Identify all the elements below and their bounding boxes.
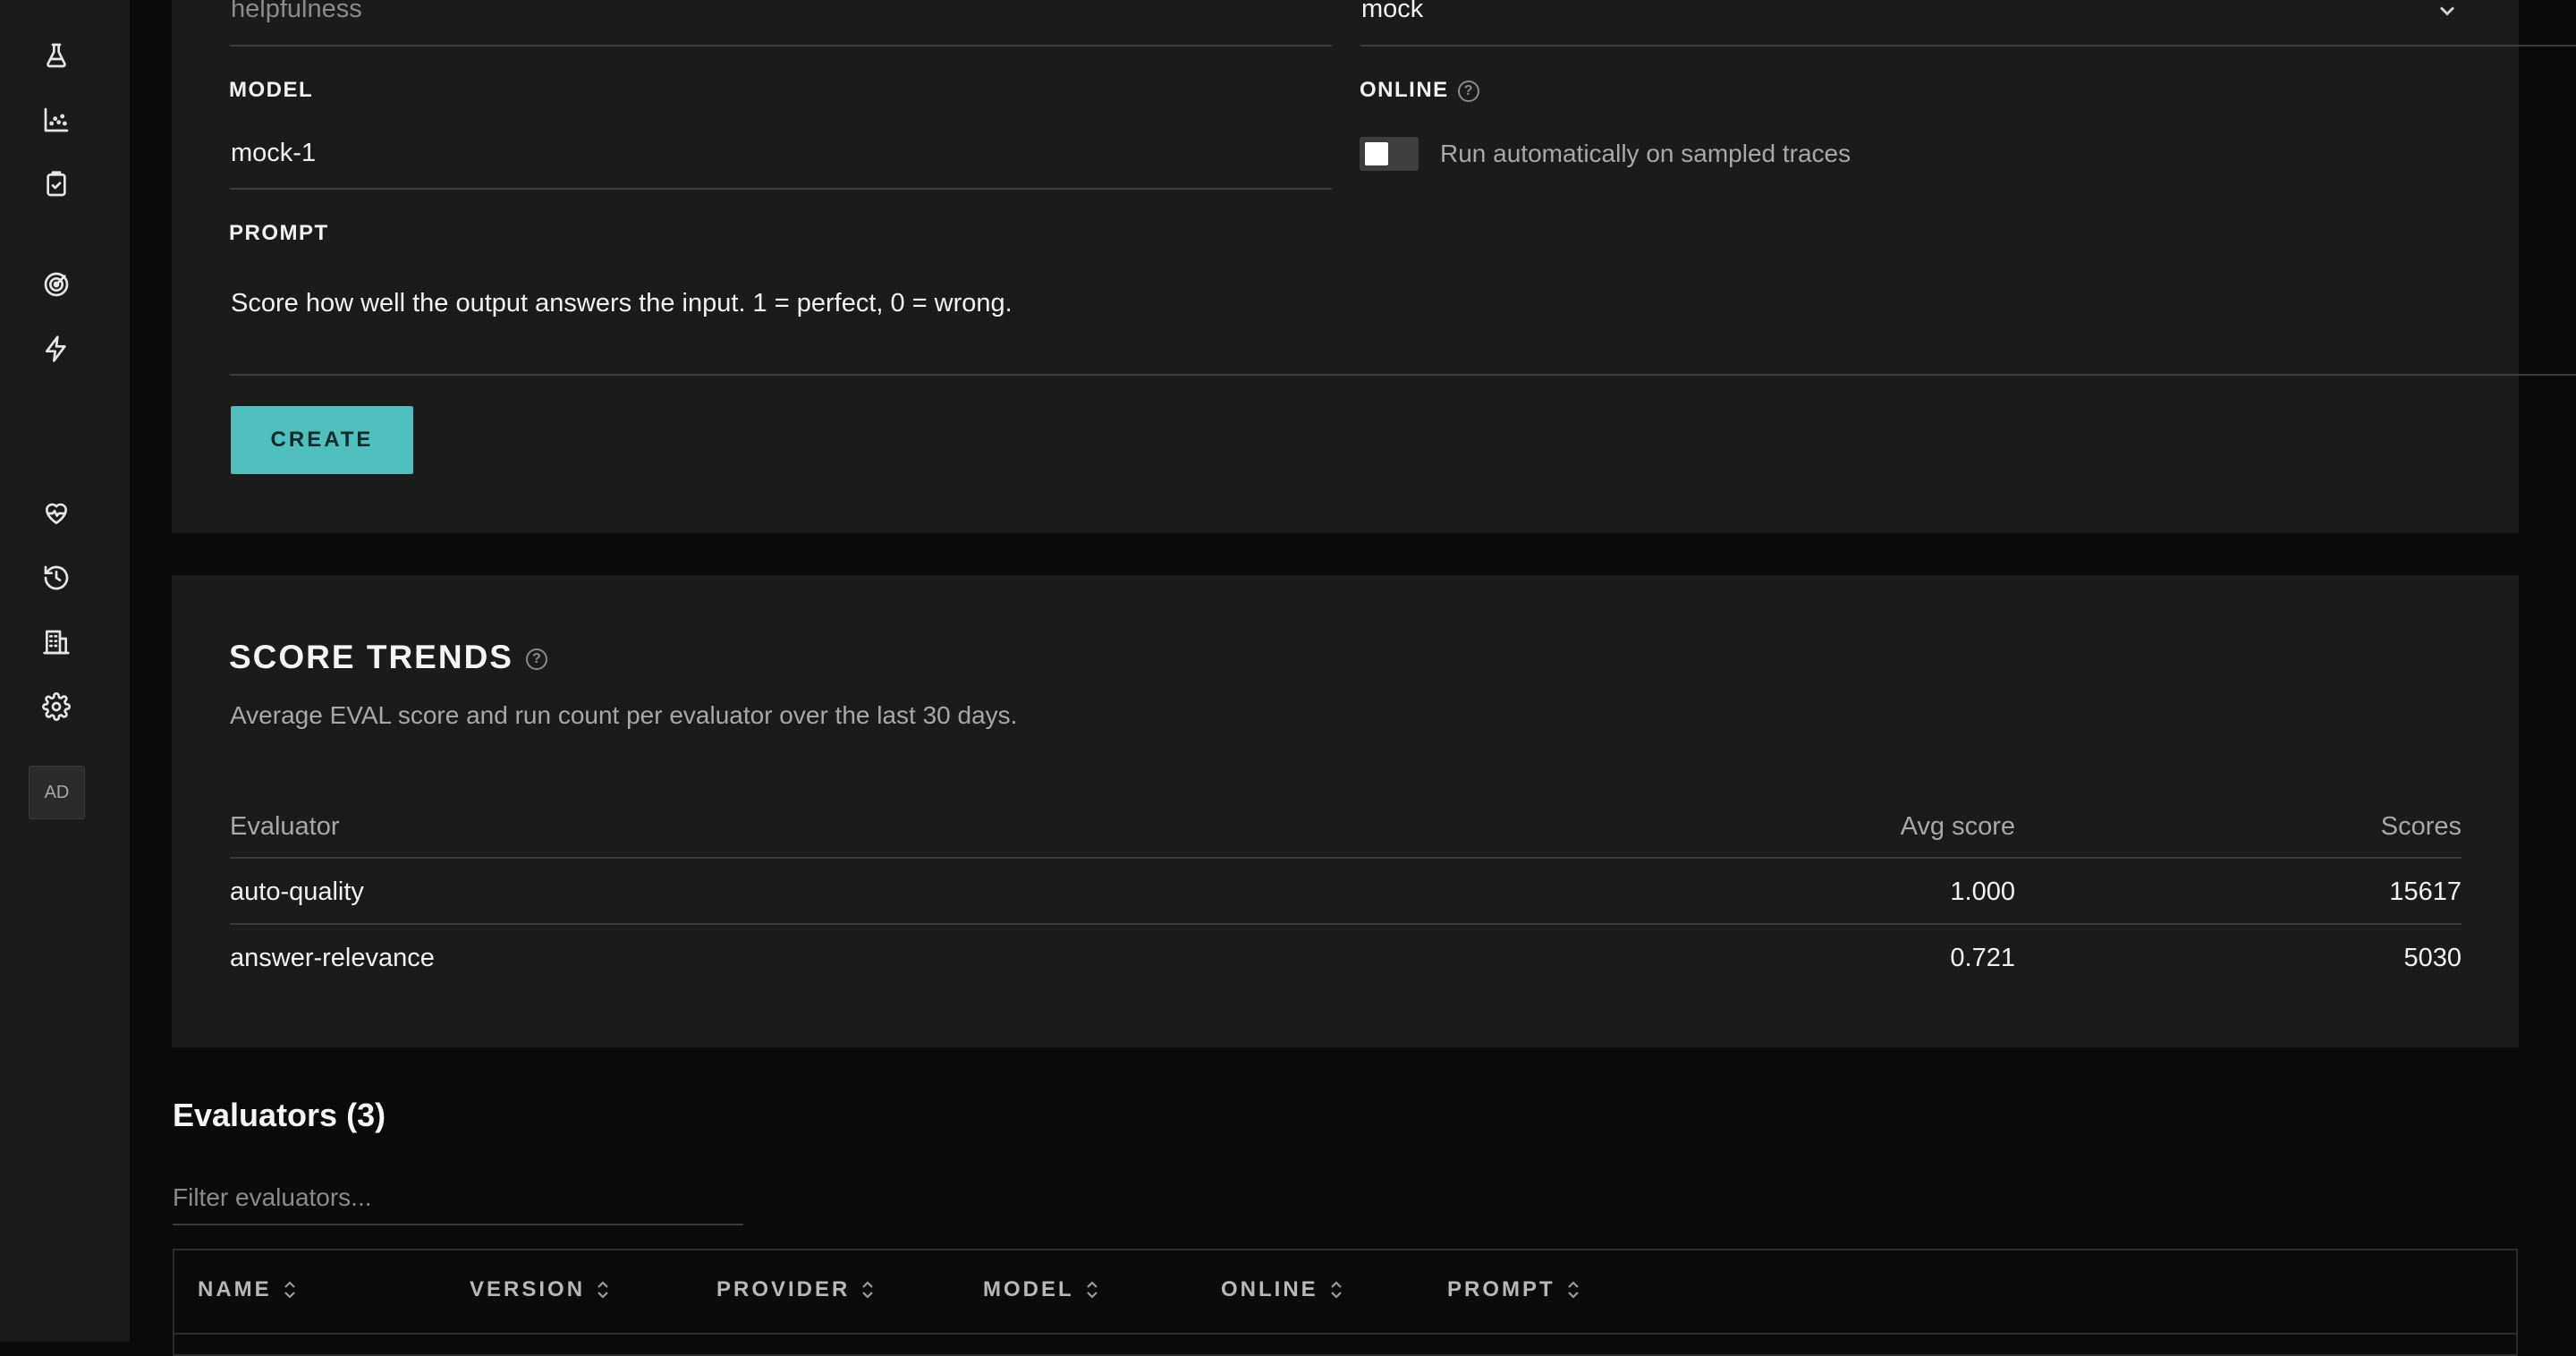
sidebar: AD — [0, 0, 130, 1342]
column-header-provider[interactable]: PROVIDER — [716, 1277, 875, 1302]
prompt-label: PROMPT — [229, 221, 329, 245]
name-field-underline — [230, 45, 1332, 47]
target-icon[interactable] — [40, 268, 72, 301]
column-header-name[interactable]: NAME — [198, 1277, 297, 1302]
online-toggle[interactable] — [1360, 137, 1419, 171]
table-row-scores: 15617 — [2389, 877, 2462, 906]
help-icon[interactable]: ? — [525, 648, 547, 671]
table-row-avg-score: 1.000 — [1950, 877, 2015, 906]
heart-pulse-icon[interactable] — [40, 497, 72, 530]
column-header-prompt[interactable]: PROMPT — [1447, 1277, 1580, 1302]
history-icon[interactable] — [40, 562, 72, 594]
column-header-label: NAME — [198, 1277, 272, 1301]
column-header-label: PROMPT — [1447, 1277, 1555, 1301]
help-icon[interactable]: ? — [1457, 80, 1479, 102]
table-row-scores: 5030 — [2403, 944, 2462, 972]
column-header-version[interactable]: VERSION — [470, 1277, 610, 1302]
prompt-field-underline — [230, 374, 2576, 376]
scatter-chart-icon[interactable] — [40, 104, 72, 136]
column-header-model[interactable]: MODEL — [983, 1277, 1099, 1302]
model-label: MODEL — [229, 78, 314, 102]
sort-icon — [860, 1279, 875, 1301]
building-icon[interactable] — [40, 626, 72, 658]
name-field-value[interactable]: helpfulness — [231, 0, 362, 24]
column-header-label: ONLINE — [1221, 1277, 1318, 1301]
avatar[interactable]: AD — [29, 766, 85, 819]
sort-icon — [1085, 1279, 1099, 1301]
column-header-scores: Scores — [2380, 812, 2462, 841]
table-row-avg-score: 0.721 — [1950, 944, 2015, 972]
online-label: ONLINE? — [1360, 78, 1479, 103]
filter-evaluators-input[interactable] — [173, 1172, 743, 1225]
online-toggle-label: Run automatically on sampled traces — [1440, 140, 1852, 167]
column-header-online[interactable]: ONLINE — [1221, 1277, 1343, 1302]
clipboard-check-icon[interactable] — [40, 168, 72, 200]
provider-select-underline — [1360, 45, 2576, 47]
table-divider — [230, 857, 2462, 859]
score-trends-title-text: SCORE TRENDS — [229, 639, 513, 675]
create-button[interactable]: CREATE — [231, 406, 413, 474]
table-header-row: NAME VERSION PROVIDER MODEL ONLINE PROMP… — [174, 1250, 2516, 1335]
sort-icon — [1566, 1279, 1580, 1301]
score-trends-title: SCORE TRENDS? — [229, 639, 547, 676]
toggle-knob — [1365, 142, 1388, 165]
partial-icon[interactable] — [40, 0, 72, 5]
provider-select-value[interactable]: mock — [1361, 0, 1423, 24]
table-row-evaluator: auto-quality — [230, 877, 364, 906]
model-field-underline — [230, 188, 1332, 190]
sort-icon — [596, 1279, 610, 1301]
online-label-text: ONLINE — [1360, 78, 1449, 102]
lightning-icon[interactable] — [40, 333, 72, 365]
model-field-value[interactable]: mock-1 — [231, 139, 316, 168]
flask-icon[interactable] — [40, 39, 72, 72]
sort-icon — [1329, 1279, 1343, 1301]
chevron-down-icon[interactable] — [2435, 0, 2460, 23]
evaluators-table: NAME VERSION PROVIDER MODEL ONLINE PROMP… — [173, 1249, 2518, 1356]
sort-icon — [283, 1279, 297, 1301]
table-row-evaluator: answer-relevance — [230, 944, 435, 972]
column-header-evaluator: Evaluator — [230, 812, 340, 841]
prompt-field-value[interactable]: Score how well the output answers the in… — [231, 289, 1013, 318]
column-header-label: VERSION — [470, 1277, 586, 1301]
column-header-label: PROVIDER — [716, 1277, 851, 1301]
evaluators-title: Evaluators (3) — [173, 1097, 386, 1133]
gear-icon[interactable] — [40, 691, 72, 723]
column-header-avg-score: Avg score — [1900, 812, 2015, 841]
evaluator-form-panel: helpfulness mock MODEL mock-1 ONLINE? PR… — [172, 0, 2576, 533]
score-trends-subtitle: Average EVAL score and run count per eva… — [230, 701, 1018, 729]
column-header-label: MODEL — [983, 1277, 1074, 1301]
table-divider — [230, 923, 2462, 925]
